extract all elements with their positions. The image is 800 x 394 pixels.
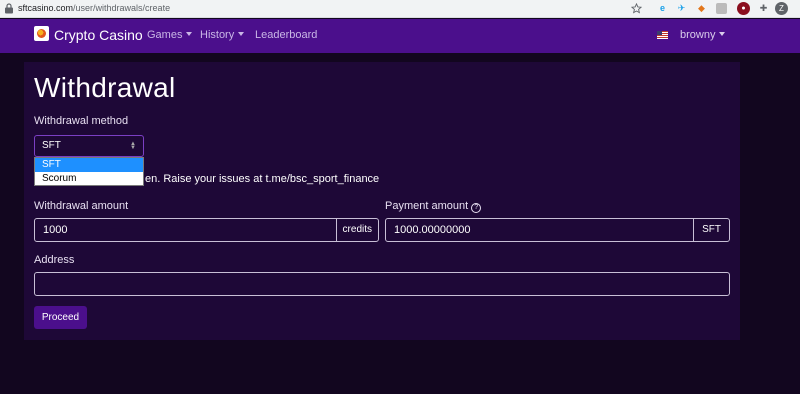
profile-avatar[interactable]: Z [775,2,788,15]
us-flag-icon[interactable] [657,31,668,39]
amount-label: Withdrawal amount [34,200,129,212]
lock-icon[interactable] [4,3,14,14]
nav-leaderboard[interactable]: Leaderboard [255,29,317,41]
payment-unit: SFT [693,219,729,241]
address-label: Address [34,254,75,266]
nav-history[interactable]: History [200,29,245,41]
chevron-down-icon [719,32,726,36]
browser-toolbar: sftcasino.com/user/withdrawals/create e … [0,0,800,18]
method-dropdown: SFT Scorum [34,157,144,186]
method-option-scorum[interactable]: Scorum [35,172,143,186]
chevron-down-icon [238,32,245,36]
user-menu[interactable]: browny [680,29,726,41]
star-icon[interactable] [631,3,642,14]
method-option-sft[interactable]: SFT [35,158,143,172]
payment-label-text: Payment amount [385,200,469,212]
page-title: Withdrawal [34,72,176,103]
address-input[interactable] [34,272,730,296]
proceed-button[interactable]: Proceed [34,306,87,329]
url-path: /user/withdrawals/create [73,3,171,13]
select-arrows-icon: ▲ ▼ [130,141,136,151]
method-select[interactable]: SFT ▲ ▼ [34,135,144,157]
payment-label: Payment amount? [385,200,482,213]
nav-games-label: Games [147,29,183,41]
puzzle-icon[interactable]: ✚ [757,2,770,15]
brand-logo[interactable] [34,26,49,41]
question-icon[interactable]: ? [471,203,482,213]
metamask-fox-icon[interactable]: ◆ [695,2,708,15]
amount-unit: credits [335,219,378,241]
payment-value: 1000.00000000 [394,224,471,236]
plane-extension-icon[interactable]: ✈ [675,2,688,15]
withdrawal-amount-field[interactable]: 1000 credits [34,218,379,242]
amount-value: 1000 [43,224,68,236]
method-label: Withdrawal method [34,115,129,127]
user-name: browny [680,29,716,41]
method-selected-value: SFT [42,140,61,151]
url-host: sftcasino.com [18,3,74,13]
nav-games[interactable]: Games [147,29,193,41]
navbar: Crypto Casino Games History Leaderboard … [0,19,800,53]
shield-extension-icon[interactable]: ● [737,2,750,15]
edge-extension-icon[interactable]: e [656,2,669,15]
help-text: en. Raise your issues at t.me/bsc_sport_… [145,173,380,185]
payment-amount-field[interactable]: 1000.00000000 SFT [385,218,730,242]
address-bar[interactable]: sftcasino.com/user/withdrawals/create [18,2,170,15]
brand-name[interactable]: Crypto Casino [54,27,143,43]
chevron-down-icon [186,32,193,36]
grid-extension-icon[interactable] [716,3,727,14]
nav-history-label: History [200,29,235,41]
